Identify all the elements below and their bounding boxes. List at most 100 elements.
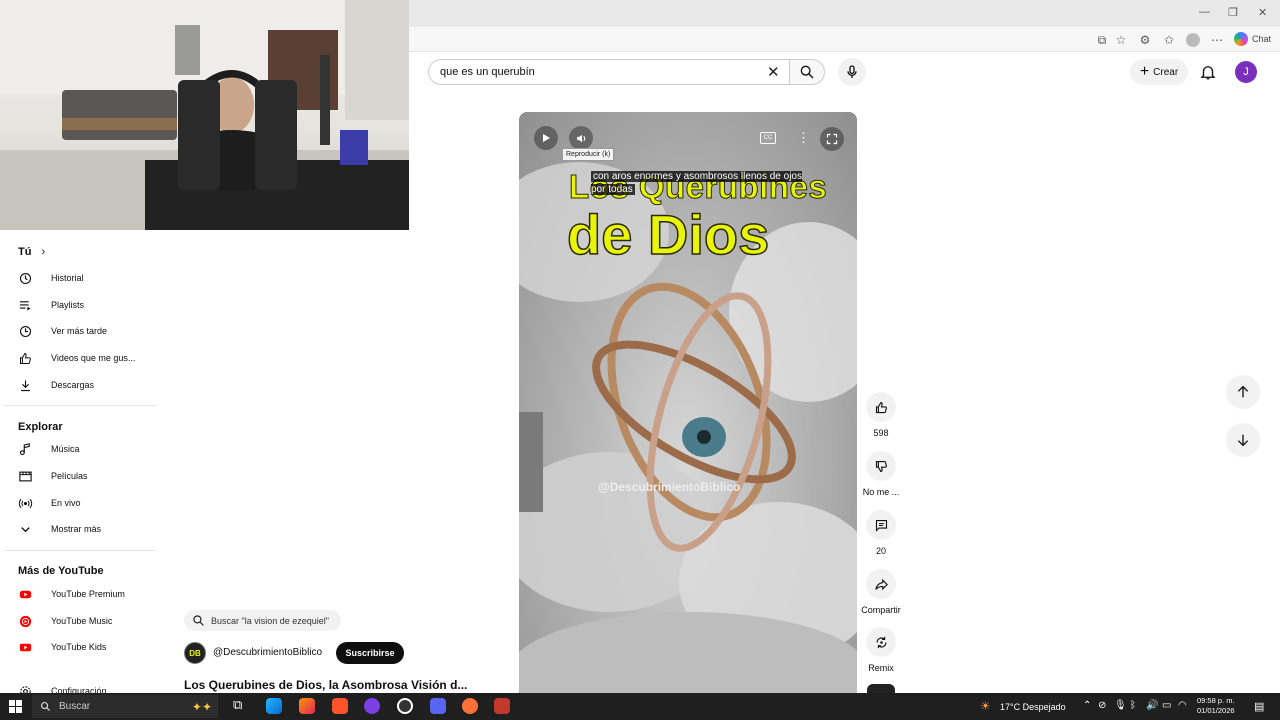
- sidebar-item-historial[interactable]: Historial: [18, 268, 84, 288]
- clock-date: 01/01/2026: [1197, 706, 1235, 715]
- video-caption: con aros enormes y asombrosos llenos de …: [591, 170, 809, 196]
- comments-button[interactable]: 20: [862, 510, 900, 556]
- film-icon: [19, 471, 32, 481]
- sidebar-item-descargas[interactable]: Descargas: [18, 375, 94, 395]
- caption-text: con aros enormes y asombrosos llenos de …: [591, 171, 802, 195]
- sidebar-item-peliculas[interactable]: Películas: [18, 466, 88, 486]
- chevron-down-icon: [21, 526, 30, 532]
- like-count: 598: [873, 428, 889, 438]
- tray-chevron-icon[interactable]: ⌃: [1083, 700, 1091, 711]
- create-button[interactable]: + Crear: [1130, 59, 1188, 85]
- close-window-button[interactable]: ✕: [1258, 6, 1267, 19]
- search-icon: [193, 615, 204, 626]
- media-app-icon[interactable]: [494, 698, 510, 714]
- volume-icon: [576, 134, 585, 142]
- share-button[interactable]: Compartir: [856, 569, 906, 615]
- more-options-icon[interactable]: ⋯: [1210, 33, 1224, 47]
- tray-microphone-icon[interactable]: 🎙: [1114, 700, 1127, 711]
- dislike-label: No me ...: [862, 487, 900, 497]
- previous-video-button[interactable]: [1226, 375, 1260, 409]
- search-icon: [41, 702, 51, 712]
- sidebar-tu-header[interactable]: Tú ›: [18, 246, 45, 258]
- youtube-premium-icon: [19, 590, 32, 598]
- minimize-button[interactable]: —: [1199, 6, 1210, 18]
- obs-app-icon[interactable]: [397, 698, 413, 714]
- thumbs-up-icon: [875, 401, 887, 413]
- taskbar-clock[interactable]: 09:58 p. m. 01/01/2026: [1197, 696, 1235, 716]
- chevron-right-icon: ›: [41, 246, 46, 258]
- profile-icon[interactable]: [1186, 33, 1200, 47]
- fullscreen-button[interactable]: [820, 127, 844, 151]
- arrow-up-icon: [1237, 385, 1249, 398]
- next-video-button[interactable]: [1226, 423, 1260, 457]
- sidebar-item-label: Mostrar más: [51, 524, 102, 534]
- youtube-music-icon: [19, 615, 32, 627]
- music-note-icon: [19, 442, 30, 455]
- webcam-overlay: [0, 0, 409, 230]
- weather-icon: ☀: [980, 699, 991, 713]
- play-button[interactable]: [534, 126, 558, 150]
- sidebar-item-youtube-music[interactable]: YouTube Music: [18, 611, 112, 631]
- clear-search-icon[interactable]: ✕: [767, 63, 780, 81]
- task-view-icon[interactable]: ⧉: [233, 697, 242, 713]
- sidebar-item-playlists[interactable]: Playlists: [18, 295, 84, 315]
- taskbar-search[interactable]: Buscar ✦✦: [32, 695, 218, 718]
- extensions-icon[interactable]: ⚙: [1138, 33, 1152, 47]
- sidebar-mas-youtube-title: Más de YouTube: [18, 565, 104, 577]
- mute-button[interactable]: [569, 126, 593, 150]
- play-tooltip: Reproducir (k): [562, 148, 615, 161]
- maximize-button[interactable]: ❐: [1228, 6, 1238, 19]
- like-button[interactable]: 598: [862, 392, 900, 438]
- voice-search-button[interactable]: [838, 58, 866, 86]
- brave-app-icon[interactable]: [332, 698, 348, 714]
- browser-app-icon[interactable]: [462, 698, 478, 714]
- tray-network-icon[interactable]: ⊘: [1098, 700, 1106, 711]
- play-icon: [543, 134, 550, 142]
- player-app-icon[interactable]: [364, 698, 380, 714]
- channel-avatar[interactable]: DB: [184, 642, 206, 664]
- tray-volume-icon[interactable]: 🔊: [1146, 700, 1158, 711]
- sidebar-item-label: En vivo: [51, 498, 81, 508]
- copilot-chat-button[interactable]: Chat: [1234, 32, 1271, 46]
- account-avatar[interactable]: J: [1235, 61, 1257, 83]
- firefox-app-icon[interactable]: [299, 698, 315, 714]
- app-available-icon[interactable]: ⧉: [1095, 33, 1109, 47]
- playlist-icon: [19, 300, 31, 310]
- sidebar-item-label: Música: [51, 444, 80, 454]
- sidebar-item-label: Videos que me gus...: [51, 353, 136, 363]
- weather-text[interactable]: 17°C Despejado: [1000, 702, 1066, 712]
- sidebar-item-youtube-kids[interactable]: YouTube Kids: [18, 637, 106, 657]
- search-suggestion-pill[interactable]: Buscar "la vision de ezequiel": [184, 610, 341, 631]
- video-title[interactable]: Los Querubines de Dios, la Asombrosa Vis…: [184, 678, 467, 692]
- sidebar-item-mostrar-mas[interactable]: Mostrar más: [18, 519, 101, 539]
- video-watermark: @DescubrimientoBiblico: [598, 480, 741, 494]
- windows-start-icon[interactable]: [9, 700, 22, 713]
- notifications-icon[interactable]: ▤: [1254, 700, 1264, 713]
- favorites-icon[interactable]: ✩: [1162, 33, 1176, 47]
- subscribe-button[interactable]: Suscribirse: [336, 642, 404, 664]
- notifications-bell-icon[interactable]: [1199, 63, 1217, 81]
- sidebar-item-en-vivo[interactable]: En vivo: [18, 493, 81, 513]
- sidebar-tu-title: Tú: [18, 246, 32, 258]
- sidebar-item-liked-videos[interactable]: Videos que me gus...: [18, 348, 135, 368]
- sidebar-item-ver-mas-tarde[interactable]: Ver más tarde: [18, 321, 107, 341]
- tray-display-icon[interactable]: ▭: [1162, 700, 1171, 711]
- sound-thumbnail[interactable]: [867, 684, 895, 693]
- remix-button[interactable]: Remix: [862, 627, 900, 673]
- search-button[interactable]: [789, 59, 825, 85]
- discord-app-icon[interactable]: [430, 698, 446, 714]
- sidebar-divider: [4, 550, 156, 551]
- youtube-kids-icon: [19, 643, 32, 651]
- favorite-star-icon[interactable]: ☆: [1114, 33, 1128, 47]
- thumbs-up-icon: [20, 352, 31, 364]
- video-more-icon[interactable]: ⋮: [797, 131, 810, 145]
- captions-button[interactable]: CC: [760, 132, 776, 144]
- dislike-button[interactable]: No me ...: [862, 451, 900, 497]
- edge-app-icon[interactable]: [266, 698, 282, 714]
- sidebar-item-youtube-premium[interactable]: YouTube Premium: [18, 584, 125, 604]
- tray-bluetooth-icon[interactable]: ᛒ: [1130, 700, 1136, 711]
- sidebar-item-musica[interactable]: Música: [18, 439, 80, 459]
- taskbar-search-label: Buscar: [59, 701, 91, 712]
- tray-wifi-icon[interactable]: ◠: [1178, 700, 1187, 711]
- channel-name[interactable]: @DescubrimientoBiblico: [213, 647, 322, 658]
